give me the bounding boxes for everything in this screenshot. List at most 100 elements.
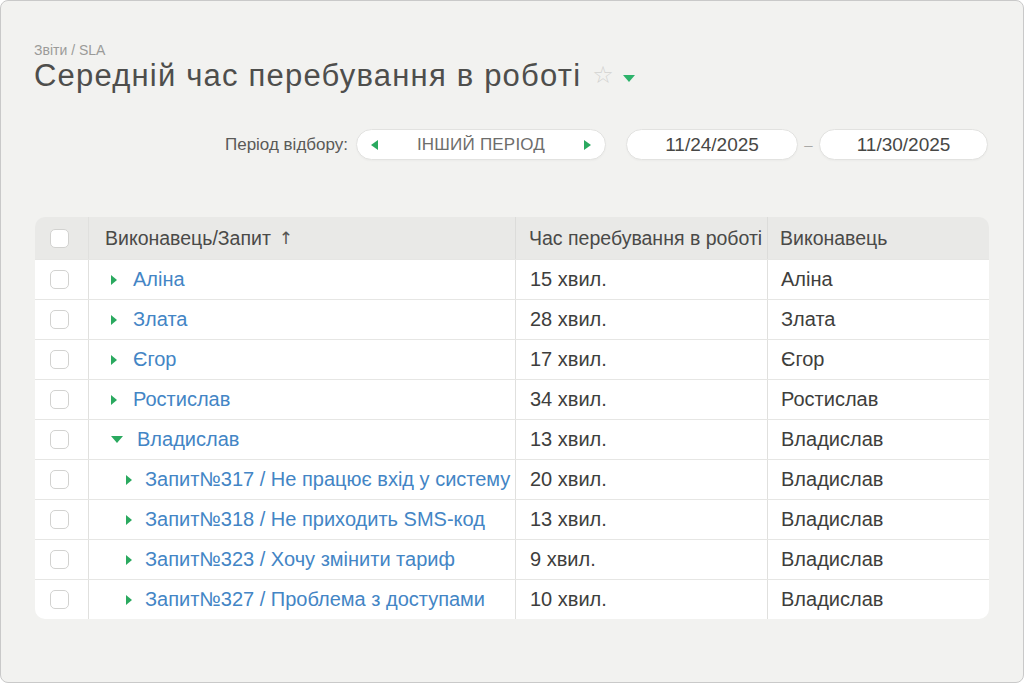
date-to-input[interactable]: 11/30/2025 xyxy=(819,129,988,160)
table-row: Злата 28 хвил. Злата xyxy=(35,299,989,339)
row-assignee-cell: Єгор xyxy=(768,340,989,379)
table-row: Запит№318 / Не приходить SMS-код 13 хвил… xyxy=(35,499,989,539)
row-checkbox-cell xyxy=(35,260,89,299)
table-row: Запит№317 / Не працює вхід у систему 20 … xyxy=(35,459,989,499)
breadcrumb-reports-link[interactable]: Звіти xyxy=(34,42,67,58)
column-header-time-label: Час перебування в роботі xyxy=(529,227,762,250)
row-name-link[interactable]: Аліна xyxy=(133,268,185,291)
row-time-cell: 13 хвил. xyxy=(516,420,768,459)
row-assignee-cell: Владислав xyxy=(768,580,989,619)
expand-triangle-icon[interactable] xyxy=(111,436,123,443)
column-header-name[interactable]: Виконавець/Запит ↑ xyxy=(89,217,516,259)
row-name-link[interactable]: Ростислав xyxy=(133,388,230,411)
row-time-cell: 10 хвил. xyxy=(516,580,768,619)
expand-triangle-icon[interactable] xyxy=(126,475,132,485)
row-checkbox[interactable] xyxy=(50,550,69,569)
page-title: Середній час перебування в роботі xyxy=(34,58,581,94)
row-checkbox[interactable] xyxy=(50,310,69,329)
breadcrumb-sla-link[interactable]: SLA xyxy=(79,42,105,58)
row-checkbox-cell xyxy=(35,420,89,459)
breadcrumb: Звіти / SLA xyxy=(34,42,105,58)
row-name-cell: Запит№318 / Не приходить SMS-код xyxy=(89,500,516,539)
table-header-row: Виконавець/Запит ↑ Час перебування в роб… xyxy=(35,217,989,259)
row-name-link[interactable]: Запит№323 / Хочу змінити тариф xyxy=(145,548,455,571)
row-checkbox[interactable] xyxy=(50,390,69,409)
column-header-time[interactable]: Час перебування в роботі xyxy=(516,217,768,259)
row-checkbox-cell xyxy=(35,540,89,579)
column-header-assignee[interactable]: Виконавець xyxy=(768,217,989,259)
row-checkbox[interactable] xyxy=(50,470,69,489)
table-row: Запит№323 / Хочу змінити тариф 9 хвил. В… xyxy=(35,539,989,579)
row-name-cell: Аліна xyxy=(89,260,516,299)
row-name-cell: Ростислав xyxy=(89,380,516,419)
row-name-cell: Єгор xyxy=(89,340,516,379)
breadcrumb-separator: / xyxy=(67,42,79,58)
table-row: Владислав 13 хвил. Владислав xyxy=(35,419,989,459)
expand-triangle-icon[interactable] xyxy=(126,595,132,605)
row-checkbox-cell xyxy=(35,340,89,379)
row-time-cell: 9 хвил. xyxy=(516,540,768,579)
date-range-separator: – xyxy=(798,129,819,160)
column-header-assignee-label: Виконавець xyxy=(780,227,887,250)
table-body: Аліна 15 хвил. Аліна Злата 28 хвил. Злат… xyxy=(35,259,989,619)
row-assignee-cell: Владислав xyxy=(768,420,989,459)
table-row: Ростислав 34 хвил. Ростислав xyxy=(35,379,989,419)
previous-period-arrow-icon[interactable] xyxy=(371,140,378,150)
row-name-link[interactable]: Єгор xyxy=(133,348,176,371)
row-checkbox[interactable] xyxy=(50,590,69,609)
row-checkbox[interactable] xyxy=(50,510,69,529)
period-filter-label: Період відбору: xyxy=(151,135,348,155)
favorite-star-icon[interactable]: ☆ xyxy=(592,63,614,87)
row-name-link[interactable]: Запит№318 / Не приходить SMS-код xyxy=(145,508,485,531)
expand-triangle-icon[interactable] xyxy=(126,555,132,565)
row-checkbox-cell xyxy=(35,380,89,419)
row-checkbox-cell xyxy=(35,580,89,619)
table-row: Аліна 15 хвил. Аліна xyxy=(35,259,989,299)
row-assignee-cell: Владислав xyxy=(768,460,989,499)
table-row: Єгор 17 хвил. Єгор xyxy=(35,339,989,379)
row-checkbox[interactable] xyxy=(50,270,69,289)
row-checkbox-cell xyxy=(35,460,89,499)
date-from-value: 11/24/2025 xyxy=(665,134,759,156)
row-name-cell: Злата xyxy=(89,300,516,339)
expand-triangle-icon[interactable] xyxy=(126,515,132,525)
row-assignee-cell: Ростислав xyxy=(768,380,989,419)
date-to-value: 11/30/2025 xyxy=(857,134,951,156)
row-assignee-cell: Злата xyxy=(768,300,989,339)
row-name-link[interactable]: Злата xyxy=(133,308,188,331)
row-assignee-cell: Владислав xyxy=(768,540,989,579)
expand-triangle-icon[interactable] xyxy=(111,315,117,325)
row-time-cell: 20 хвил. xyxy=(516,460,768,499)
report-page: Звіти / SLA Середній час перебування в р… xyxy=(0,0,1024,683)
row-checkbox[interactable] xyxy=(50,350,69,369)
expand-triangle-icon[interactable] xyxy=(111,395,117,405)
header-checkbox-cell xyxy=(35,217,89,259)
report-table: Виконавець/Запит ↑ Час перебування в роб… xyxy=(35,217,989,619)
row-name-cell: Запит№323 / Хочу змінити тариф xyxy=(89,540,516,579)
date-from-input[interactable]: 11/24/2025 xyxy=(626,129,798,160)
row-time-cell: 13 хвил. xyxy=(516,500,768,539)
row-time-cell: 17 хвил. xyxy=(516,340,768,379)
expand-triangle-icon[interactable] xyxy=(111,355,117,365)
expand-triangle-icon[interactable] xyxy=(111,275,117,285)
select-all-checkbox[interactable] xyxy=(50,229,69,248)
column-header-name-label: Виконавець/Запит xyxy=(105,227,271,250)
row-assignee-cell: Аліна xyxy=(768,260,989,299)
title-dropdown-caret-icon[interactable] xyxy=(623,75,635,82)
row-checkbox-cell xyxy=(35,500,89,539)
row-assignee-cell: Владислав xyxy=(768,500,989,539)
row-time-cell: 34 хвил. xyxy=(516,380,768,419)
row-time-cell: 15 хвил. xyxy=(516,260,768,299)
row-name-link[interactable]: Запит№317 / Не працює вхід у систему xyxy=(145,468,510,491)
period-selector-value[interactable]: ІНШИЙ ПЕРІОД xyxy=(417,135,545,155)
row-name-link[interactable]: Владислав xyxy=(137,428,239,451)
row-checkbox[interactable] xyxy=(50,430,69,449)
next-period-arrow-icon[interactable] xyxy=(584,140,591,150)
sort-ascending-icon: ↑ xyxy=(279,228,293,248)
row-name-cell: Запит№317 / Не працює вхід у систему xyxy=(89,460,516,499)
row-name-link[interactable]: Запит№327 / Проблема з доступами xyxy=(145,588,485,611)
period-selector[interactable]: ІНШИЙ ПЕРІОД xyxy=(356,129,606,160)
table-row: Запит№327 / Проблема з доступами 10 хвил… xyxy=(35,579,989,619)
row-time-cell: 28 хвил. xyxy=(516,300,768,339)
row-name-cell: Запит№327 / Проблема з доступами xyxy=(89,580,516,619)
